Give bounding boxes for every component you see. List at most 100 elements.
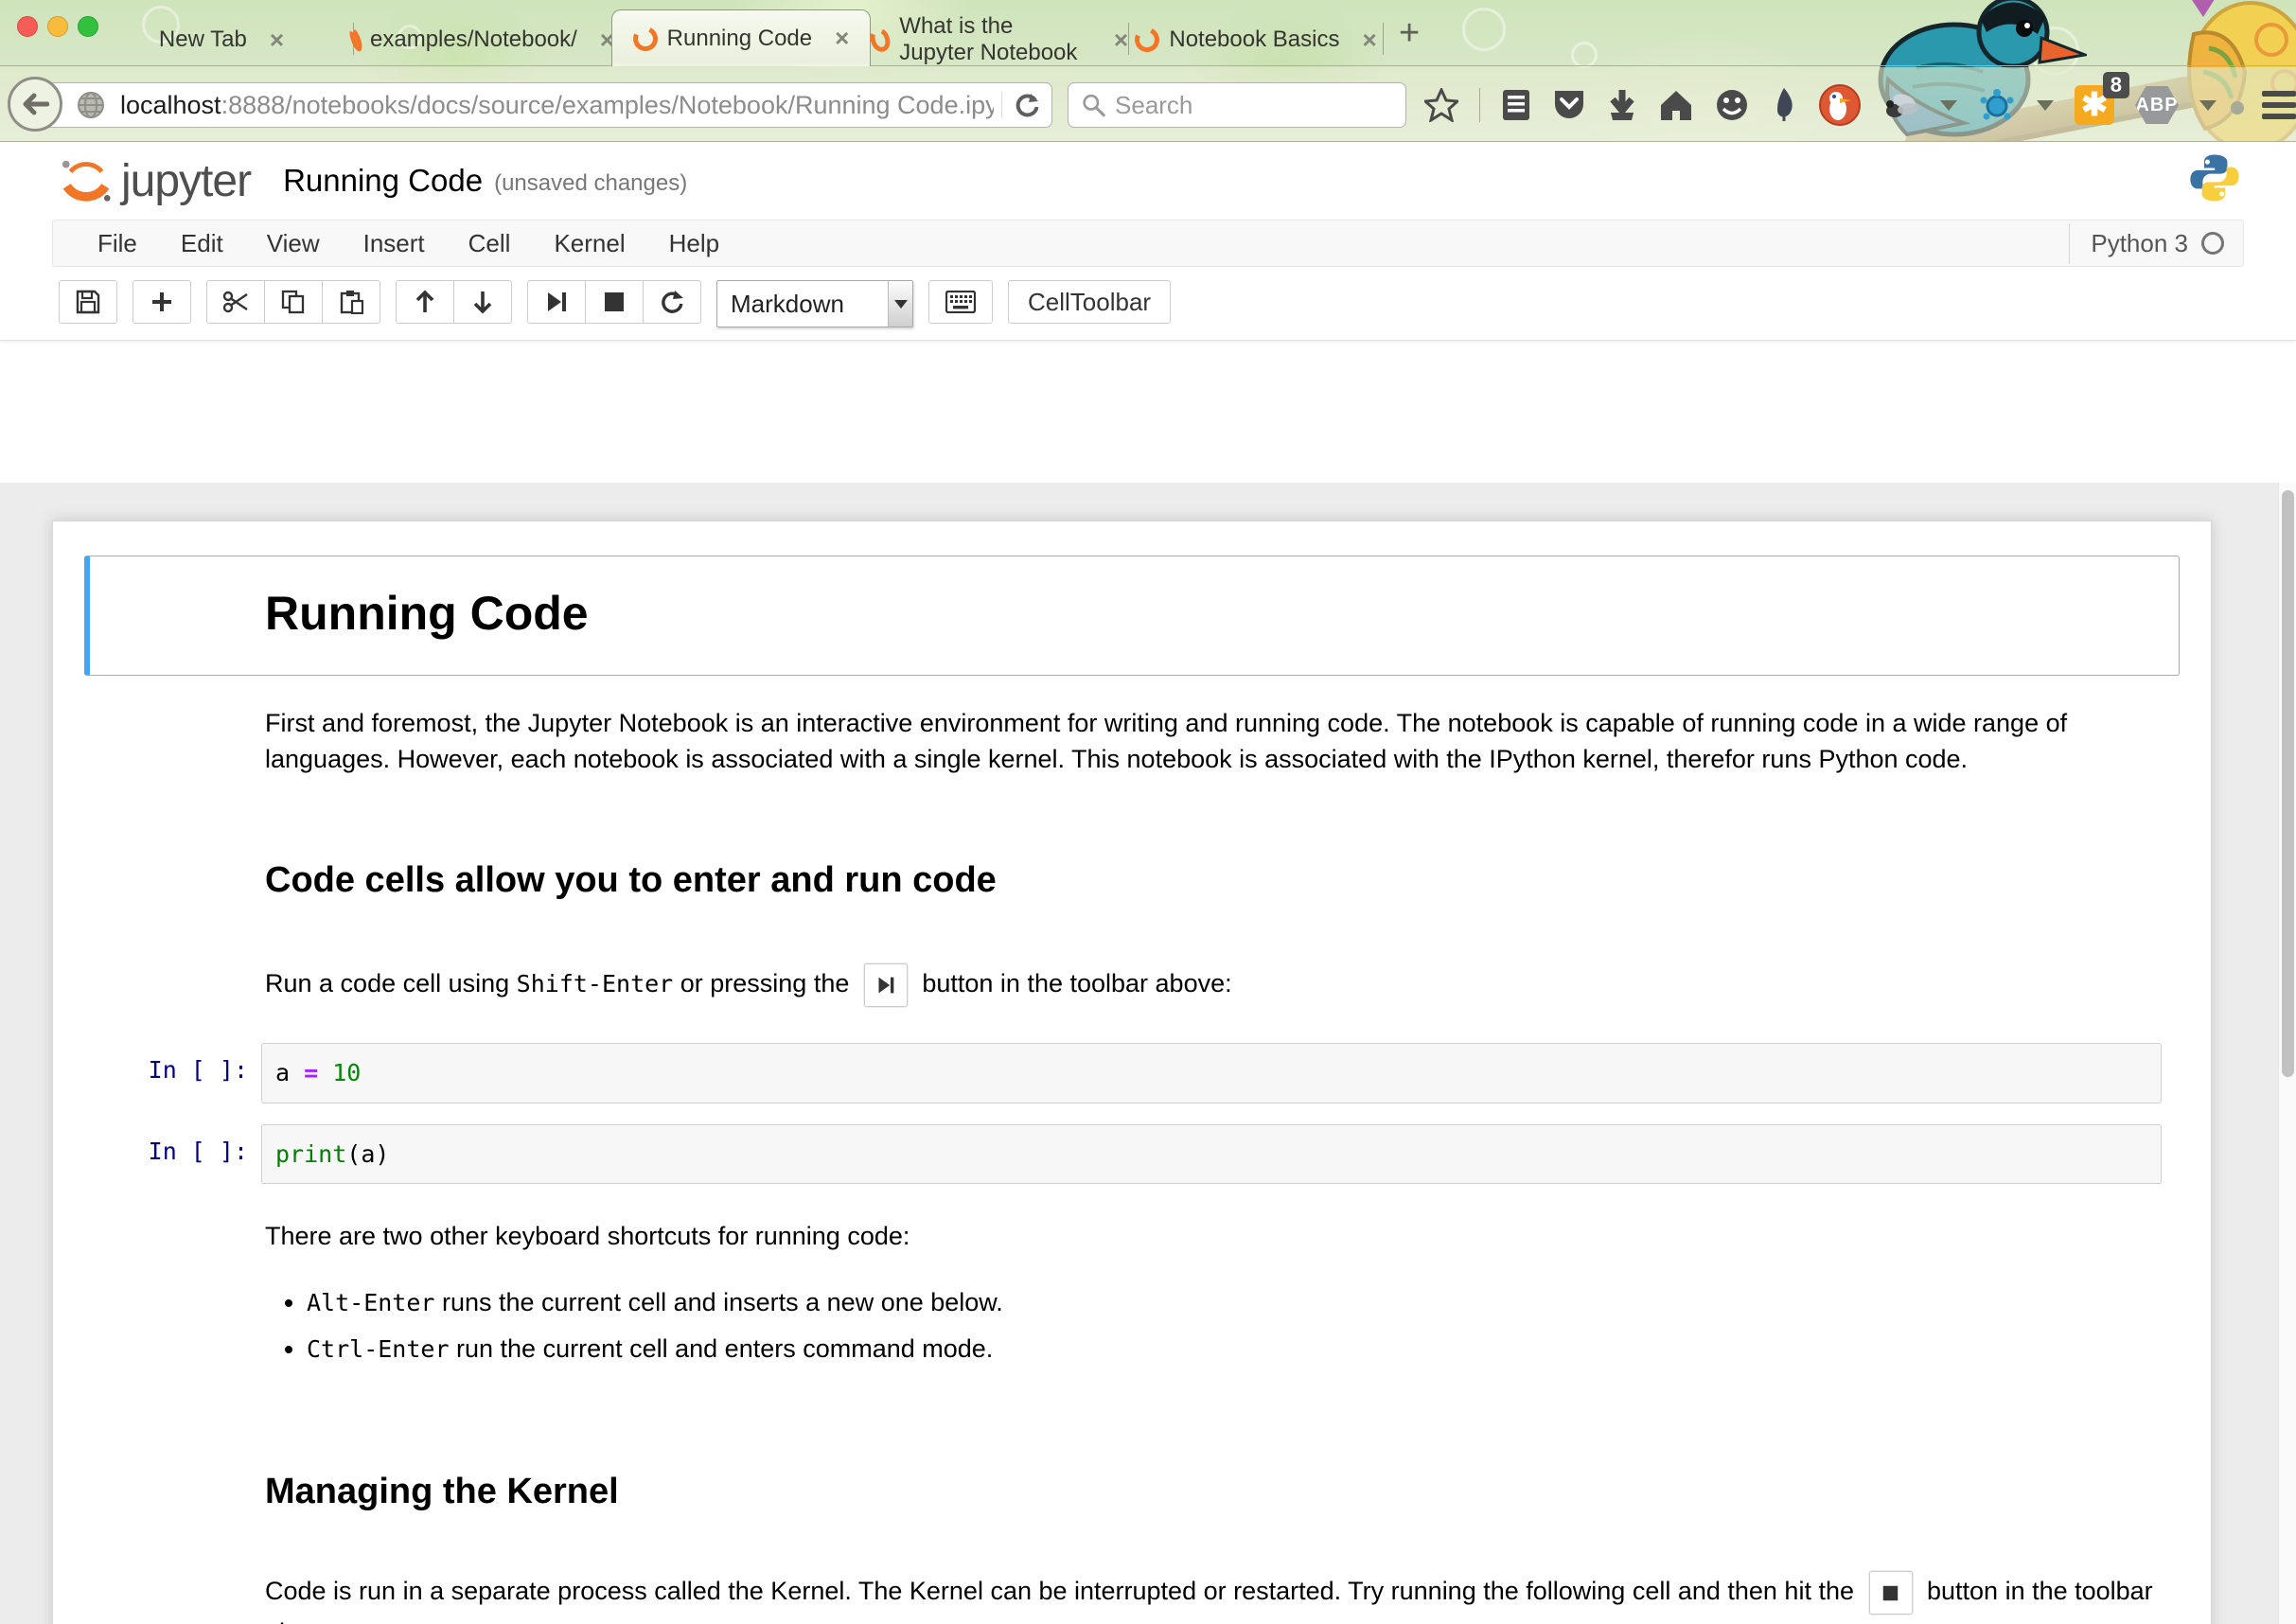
tab-close-icon[interactable]: ×	[835, 24, 849, 53]
back-button[interactable]	[8, 77, 62, 132]
copy-cell-button[interactable]	[264, 280, 323, 324]
tab-close-icon[interactable]: ×	[1114, 26, 1128, 55]
cell-type-value: Markdown	[731, 290, 844, 319]
ctrl-enter-code: Ctrl-Enter	[307, 1335, 450, 1363]
scrollbar-thumb[interactable]	[2282, 490, 2294, 1077]
search-input[interactable]	[1115, 91, 1392, 120]
addon-caret-icon[interactable]	[2037, 100, 2054, 111]
menu-view[interactable]: View	[245, 229, 342, 258]
tab-label: New Tab	[159, 26, 247, 53]
menu-kernel[interactable]: Kernel	[532, 229, 646, 258]
kernel-name: Python 3	[2091, 229, 2188, 258]
markdown-cell-shortcuts[interactable]: There are two other keyboard shortcuts f…	[84, 1213, 2180, 1386]
tab-bar: New Tab × examples/Notebook/ × Running C…	[0, 0, 2296, 66]
alt-enter-code: Alt-Enter	[307, 1289, 434, 1316]
code-cell-a-equals-10[interactable]: In [ ]: a = 10	[84, 1042, 2180, 1104]
tab-new-tab[interactable]: New Tab ×	[90, 0, 353, 66]
add-cell-icon	[150, 291, 173, 313]
downloads-button[interactable]	[1607, 88, 1637, 122]
markdown-cell-intro[interactable]: First and foremost, the Jupyter Notebook…	[84, 700, 2180, 783]
reload-button[interactable]	[1001, 92, 1040, 118]
interrupt-kernel-button[interactable]	[585, 280, 644, 324]
adblock-caret-icon[interactable]	[2199, 100, 2217, 111]
cell-type-select[interactable]: Markdown	[716, 280, 913, 327]
hamburger-menu-icon	[2262, 91, 2296, 119]
pocket-button[interactable]	[1552, 88, 1586, 122]
kernel-idle-icon	[2201, 232, 2224, 255]
run-line-post: button in the toolbar above:	[915, 969, 1232, 997]
notebook-h1: Running Code	[265, 589, 2162, 639]
menu-insert[interactable]: Insert	[342, 229, 447, 258]
tab-running-code[interactable]: Running Code ×	[611, 9, 871, 66]
shift-enter-code: Shift-Enter	[517, 970, 674, 997]
add-cell-button[interactable]	[132, 280, 191, 324]
chevron-down-icon	[894, 300, 908, 309]
abp-label: ABP	[2135, 95, 2178, 116]
addon-caret-icon[interactable]	[1940, 100, 1957, 111]
select-arrow[interactable]	[888, 281, 912, 327]
menu-button[interactable]	[2262, 91, 2296, 119]
code-input[interactable]: a = 10	[261, 1043, 2162, 1103]
turtle-addon-button[interactable]	[1978, 87, 2016, 123]
window-close-button[interactable]	[17, 16, 38, 37]
restart-icon	[660, 290, 684, 314]
search-bar[interactable]	[1068, 82, 1406, 128]
jupyter-logo[interactable]: jupyter	[59, 153, 251, 208]
bookmark-star-icon	[1424, 88, 1458, 122]
menu-bar: File Edit View Insert Cell Kernel Help P…	[52, 220, 2244, 267]
window-minimize-button[interactable]	[47, 16, 68, 37]
home-button[interactable]	[1658, 88, 1694, 122]
celltoolbar-button[interactable]: CellToolbar	[1008, 280, 1171, 324]
menu-file[interactable]: File	[76, 229, 159, 258]
markdown-cell-kernel-heading[interactable]: Managing the Kernel	[84, 1446, 2180, 1527]
markdown-cell-kernel-paragraph[interactable]: Code is run in a separate process called…	[84, 1566, 2180, 1624]
code-cell-print-a[interactable]: In [ ]: print(a)	[84, 1123, 2180, 1186]
markdown-cell-run-instructions[interactable]: Run a code cell using Shift-Enter or pre…	[84, 959, 2180, 1012]
restart-kernel-button[interactable]	[643, 280, 701, 324]
adblock-plus-button[interactable]: ABP	[2135, 86, 2179, 124]
tab-close-icon[interactable]: ×	[270, 26, 284, 55]
menu-cell[interactable]: Cell	[447, 229, 533, 258]
kernel-p-pre: Code is run in a separate process called…	[265, 1578, 1862, 1606]
search-icon	[1082, 92, 1105, 118]
smiley-addon-button[interactable]	[1715, 88, 1749, 122]
tab-examples-notebook[interactable]: examples/Notebook/ ×	[354, 0, 611, 66]
move-cell-down-button[interactable]	[453, 280, 512, 324]
markdown-cell-code-cells-heading[interactable]: Code cells allow you to enter and run co…	[84, 835, 2180, 915]
code-token	[318, 1059, 332, 1086]
tab-label: Running Code	[667, 26, 812, 52]
tab-notebook-basics[interactable]: Notebook Basics ×	[1129, 0, 1383, 66]
save-button[interactable]	[59, 280, 117, 324]
tab-close-icon[interactable]: ×	[1362, 26, 1376, 55]
window-zoom-button[interactable]	[78, 16, 98, 37]
url-bar[interactable]: localhost:8888/notebooks/docs/source/exa…	[44, 82, 1052, 128]
reading-list-button[interactable]	[1501, 88, 1531, 122]
menu-edit[interactable]: Edit	[159, 229, 245, 258]
code-input[interactable]: print(a)	[261, 1124, 2162, 1185]
bookmark-star-button[interactable]	[1424, 88, 1458, 122]
tab-what-is-jupyter[interactable]: What is the Jupyter Notebook ×	[871, 0, 1128, 66]
command-palette-button[interactable]	[928, 280, 993, 324]
move-cell-up-button[interactable]	[396, 280, 454, 324]
cell-prompt	[85, 1447, 261, 1526]
markdown-cell-title[interactable]: Running Code	[84, 556, 2180, 676]
tab-label: examples/Notebook/	[370, 26, 577, 53]
cut-cell-button[interactable]	[206, 280, 265, 324]
notebook-title[interactable]: Running Code	[283, 163, 483, 199]
paste-cell-button[interactable]	[322, 280, 380, 324]
code-token-number: 10	[332, 1059, 361, 1086]
quill-addon-button[interactable]	[1770, 87, 1798, 123]
duckduckgo-addon-button[interactable]	[1819, 84, 1861, 126]
cell-prompt	[85, 960, 261, 1011]
menu-help[interactable]: Help	[647, 229, 741, 258]
sessions-addon-button[interactable]: ✱ 8	[2075, 85, 2114, 125]
new-tab-button[interactable]: +	[1384, 0, 1420, 66]
url-text[interactable]: localhost:8888/notebooks/docs/source/exa…	[120, 91, 994, 120]
page-scrollbar[interactable]	[2278, 483, 2296, 1624]
code-token: (a)	[346, 1140, 389, 1168]
turtle-addon-icon	[1978, 87, 2016, 123]
home-icon	[1658, 88, 1694, 122]
bug-addon-button[interactable]	[1881, 88, 1919, 122]
run-cell-button[interactable]	[527, 280, 586, 324]
kernel-indicator: Python 3	[2069, 223, 2243, 264]
